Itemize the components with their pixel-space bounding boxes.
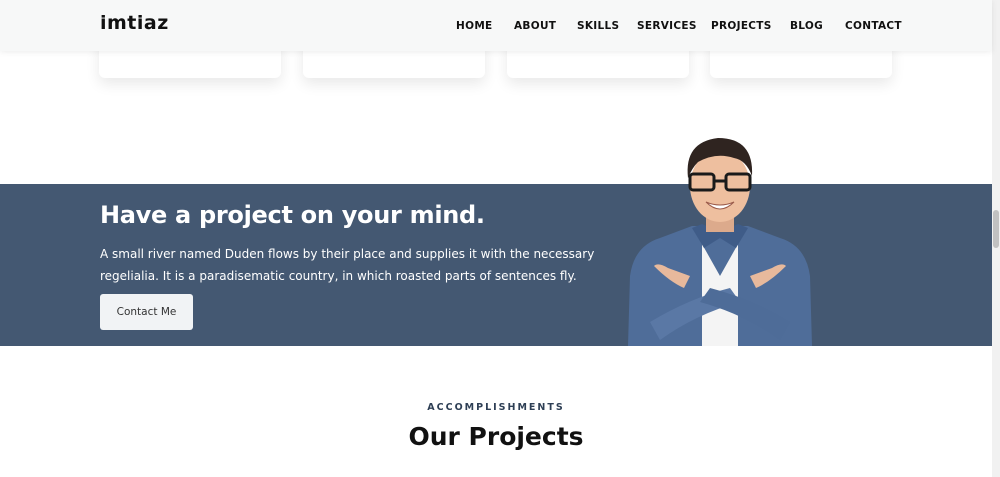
nav-home[interactable]: HOME [456, 19, 493, 33]
banner-title: Have a project on your mind. [100, 201, 485, 229]
page-scrollbar[interactable] [992, 0, 1000, 477]
main-nav: HOME ABOUT SKILLS SERVICES PROJECTS BLOG… [0, 19, 992, 33]
banner-description: A small river named Duden flows by their… [100, 247, 595, 283]
nav-contact[interactable]: CONTACT [845, 19, 902, 33]
contact-me-button[interactable]: Contact Me [100, 294, 193, 330]
nav-about[interactable]: ABOUT [514, 19, 556, 33]
page: imtiaz HOME ABOUT SKILLS SERVICES PROJEC… [0, 0, 1000, 477]
nav-services[interactable]: SERVICES [637, 19, 697, 33]
site-header: imtiaz HOME ABOUT SKILLS SERVICES PROJEC… [0, 0, 992, 51]
nav-projects[interactable]: PROJECTS [711, 19, 772, 33]
nav-blog[interactable]: BLOG [790, 19, 823, 33]
scrollbar-thumb[interactable] [993, 210, 999, 248]
section-eyebrow: ACCOMPLISHMENTS [427, 402, 565, 413]
person-photo [628, 138, 812, 346]
nav-skills[interactable]: SKILLS [577, 19, 619, 33]
section-title: Our Projects [408, 422, 584, 451]
